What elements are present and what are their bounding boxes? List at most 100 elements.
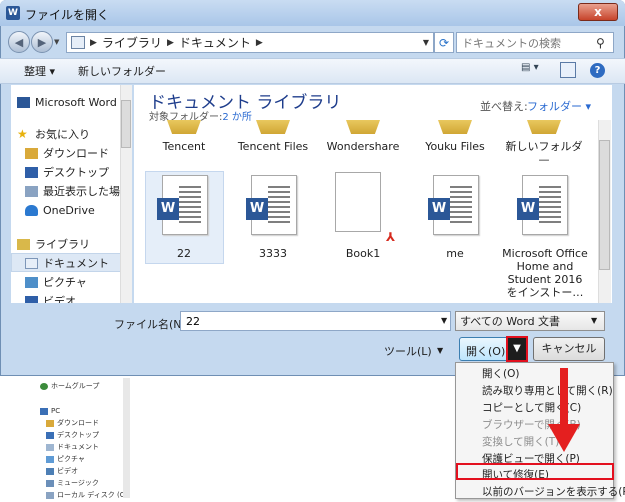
bg-item-homegroup[interactable]: ホームグループ [40, 380, 99, 392]
new-folder-button[interactable]: 新しいフォルダー [78, 63, 166, 79]
breadcrumb-chevron-icon[interactable]: ▶ [90, 38, 97, 48]
bg-item-videos[interactable]: ビデオ [46, 465, 78, 477]
nav-item-label: ピクチャ [43, 276, 87, 289]
folder-new-folder[interactable]: 新しいフォルダ — [504, 140, 584, 166]
filetype-dropdown-icon[interactable]: ▼ [591, 316, 597, 325]
refresh-icon: ⟳ [438, 36, 450, 50]
nav-item-onedrive[interactable]: OneDrive [25, 201, 95, 219]
pdf-document-icon [335, 172, 381, 232]
word-icon [17, 96, 30, 108]
background-scrollbar[interactable] [123, 378, 130, 498]
folder-wondershare[interactable]: Wondershare [323, 140, 403, 153]
nav-item-label: デスクトップ [43, 166, 109, 179]
window-title: ファイルを開く [25, 8, 110, 22]
star-icon: ★ [17, 126, 28, 141]
word-document-icon: W [428, 175, 479, 235]
breadcrumb-chevron-icon[interactable]: ▶ [167, 38, 174, 48]
bg-item-pictures[interactable]: ピクチャ [46, 453, 85, 465]
preview-pane-button[interactable] [560, 62, 576, 78]
close-button[interactable]: x [578, 3, 618, 21]
folder-youku-files[interactable]: Youku Files [415, 140, 495, 153]
pictures-icon [46, 455, 54, 463]
nav-item-documents[interactable]: ドキュメント [25, 254, 109, 272]
search-icon[interactable]: ⚲ [596, 36, 610, 50]
sort-label: 並べ替え: [480, 100, 528, 113]
cancel-button[interactable]: キャンセル [533, 337, 605, 361]
navigation-pane: Microsoft Word ★ お気に入り ダウンロード デスクトップ 最近表示… [11, 85, 132, 303]
nav-item-recent[interactable]: 最近表示した場所 [25, 182, 131, 200]
breadcrumb-chevron-icon[interactable]: ▶ [256, 38, 263, 48]
organize-button[interactable]: 整理 ▾ [24, 63, 55, 79]
bg-item-desktop[interactable]: デスクトップ [46, 429, 99, 441]
filetype-select[interactable]: すべての Word 文書 [455, 311, 605, 331]
file-list-scroll-thumb[interactable] [599, 140, 610, 270]
view-options-button[interactable]: ▤ ▾ [521, 62, 549, 78]
forward-button[interactable]: ▶ [31, 31, 53, 53]
file-book1[interactable]: Book1 [323, 247, 403, 260]
forward-arrow-icon: ▶ [37, 36, 47, 49]
bg-item-localdisk[interactable]: ローカル ディスク (C [46, 489, 125, 501]
tools-button[interactable]: ツール(L) [384, 343, 432, 359]
bg-item-label: ローカル ディスク (C [57, 491, 125, 499]
menu-item-open[interactable]: 開く(O) [482, 366, 519, 381]
bg-item-pc[interactable]: PC [40, 405, 60, 417]
folder-tencent-files[interactable]: Tencent Files [233, 140, 313, 153]
bg-item-label: デスクトップ [57, 431, 99, 439]
homegroup-icon [40, 382, 48, 390]
nav-item-label: ドキュメント [43, 257, 109, 270]
open-options-annotation-box [506, 336, 528, 362]
nav-scroll-thumb[interactable] [121, 100, 131, 148]
breadcrumb-documents[interactable]: ドキュメント [179, 34, 251, 51]
filename-dropdown-icon[interactable]: ▼ [441, 316, 447, 325]
word-document-icon: W [517, 175, 568, 235]
bg-item-documents[interactable]: ドキュメント [46, 441, 99, 453]
filename-input[interactable] [180, 311, 451, 331]
locations-link[interactable]: 2 か所 [222, 112, 252, 123]
nav-item-pictures[interactable]: ピクチャ [25, 273, 87, 291]
nav-item-favorites[interactable]: ★ お気に入り [17, 125, 90, 143]
bg-item-music[interactable]: ミュージック [46, 477, 99, 489]
nav-item-label: ライブラリ [35, 238, 90, 251]
help-icon[interactable]: ? [590, 63, 605, 78]
library-icon [71, 36, 85, 49]
menu-item-open-readonly[interactable]: 読み取り専用として開く(R) [482, 383, 613, 398]
nav-item-word[interactable]: Microsoft Word [17, 93, 117, 111]
file-22[interactable]: 22 [144, 247, 224, 260]
bg-item-label: ドキュメント [57, 443, 99, 451]
bg-item-download[interactable]: ダウンロード [46, 417, 99, 429]
cloud-icon [25, 204, 38, 216]
pictures-icon [25, 276, 38, 288]
disk-icon [46, 491, 54, 499]
library-folder-icon [17, 238, 30, 250]
search-input[interactable] [457, 33, 599, 54]
pc-icon [40, 407, 48, 415]
repair-annotation-box [456, 463, 614, 480]
file-3333[interactable]: 3333 [233, 247, 313, 260]
nav-item-videos[interactable]: ビデオ [25, 292, 76, 303]
search-box[interactable] [456, 32, 614, 54]
nav-item-downloads[interactable]: ダウンロード [25, 144, 109, 162]
folder-tencent[interactable]: Tencent [144, 140, 224, 153]
folder-icon [346, 120, 380, 134]
menu-item-show-versions[interactable]: 以前のバージョンを表示する(P) [482, 484, 625, 499]
bg-item-label: PC [51, 407, 61, 415]
address-bar[interactable]: ▶ ライブラリ ▶ ドキュメント ▶ [66, 32, 434, 53]
nav-item-desktop[interactable]: デスクトップ [25, 163, 109, 181]
download-folder-icon [25, 147, 38, 159]
breadcrumb-libraries[interactable]: ライブラリ [102, 34, 162, 51]
word-document-icon: W [157, 175, 208, 235]
sort-dropdown[interactable]: フォルダー ▾ [527, 98, 591, 114]
back-button[interactable]: ◀ [8, 31, 30, 53]
history-dropdown-icon[interactable]: ▼ [54, 38, 64, 48]
back-arrow-icon: ◀ [14, 36, 24, 49]
open-button-label[interactable]: 開く(O) [466, 343, 505, 359]
address-dropdown-icon[interactable]: ▼ [420, 33, 432, 52]
file-me[interactable]: me [415, 247, 495, 260]
file-office-install[interactable]: Microsoft Office Home and Student 2016 を… [500, 247, 590, 299]
bg-item-label: ビデオ [57, 467, 78, 475]
nav-item-libraries[interactable]: ライブラリ [17, 235, 90, 253]
folder-icon [256, 120, 290, 134]
refresh-button[interactable]: ⟳ [434, 32, 454, 53]
pdf-icon: ⅄ [386, 230, 396, 244]
tools-dropdown-icon[interactable]: ▼ [437, 346, 443, 355]
